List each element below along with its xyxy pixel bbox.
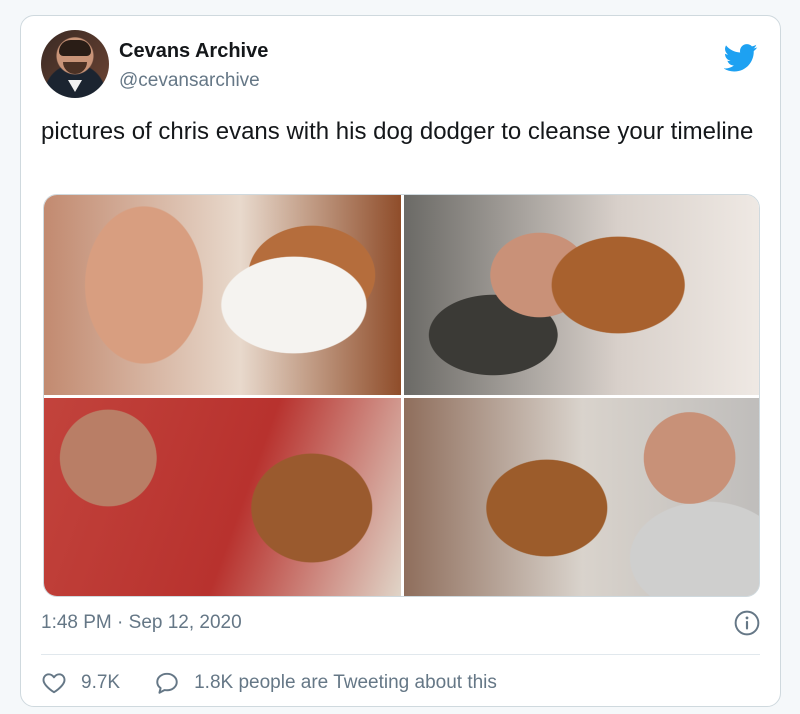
photo-2[interactable] [404,195,759,395]
conversation-action[interactable]: 1.8K people are Tweeting about this [154,670,497,696]
author-name[interactable]: Cevans Archive [119,40,268,63]
author-handle[interactable]: @cevansarchive [119,70,260,92]
photo-4[interactable] [404,398,759,596]
media-grid [43,194,760,597]
divider [41,654,760,655]
tweet-card: Cevans Archive @cevansarchive pictures o… [20,15,781,707]
speech-bubble-icon [156,672,178,694]
tweet-timestamp[interactable]: 1:48 PM · Sep 12, 2020 [41,612,242,634]
heart-icon [42,673,66,694]
photo-1[interactable] [44,195,401,395]
tweet-header: Cevans Archive @cevansarchive [41,30,760,100]
conversation-text: 1.8K people are Tweeting about this [194,672,497,693]
tweet-actions: 9.7K 1.8K people are Tweeting about this [41,668,531,698]
info-icon[interactable] [734,610,760,636]
like-action[interactable]: 9.7K [41,670,120,696]
tweet-text: pictures of chris evans with his dog dod… [41,118,754,145]
like-count: 9.7K [81,672,121,693]
photo-3[interactable] [44,398,401,596]
avatar[interactable] [41,30,109,98]
twitter-bird-icon[interactable] [724,44,758,72]
